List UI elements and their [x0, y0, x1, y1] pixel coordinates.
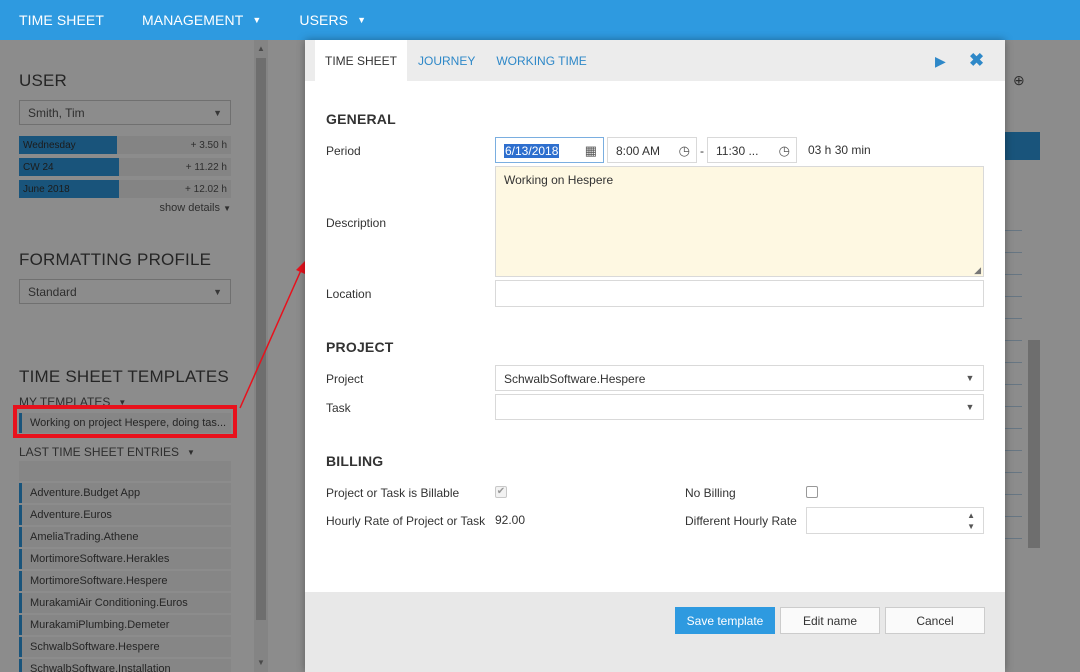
general-section-title: GENERAL [326, 111, 396, 127]
time-range-dash: - [700, 144, 704, 158]
description-textarea[interactable]: Working on Hespere ◢ [495, 166, 984, 277]
billable-label: Project or Task is Billable [326, 486, 460, 500]
nav-management[interactable]: MANAGEMENT ▼ [123, 0, 280, 40]
location-input[interactable] [495, 280, 984, 307]
time-sheet-dialog: TIME SHEET JOURNEY WORKING TIME ▶ ✖ GENE… [305, 40, 1005, 672]
dialog-footer: Save template Edit name Cancel [305, 592, 1005, 672]
task-label: Task [326, 401, 351, 415]
task-select[interactable]: ▼ [495, 394, 984, 420]
date-value: 6/13/2018 [504, 144, 560, 158]
billing-section-title: BILLING [326, 453, 384, 469]
save-template-button[interactable]: Save template [675, 607, 775, 634]
project-section-title: PROJECT [326, 339, 394, 355]
description-label: Description [326, 216, 387, 230]
tab-time-sheet[interactable]: TIME SHEET [315, 40, 408, 81]
clock-icon[interactable]: ◷ [679, 143, 690, 159]
annotation-highlight-box [13, 405, 237, 438]
resize-handle-icon[interactable]: ◢ [974, 265, 981, 276]
date-field[interactable]: 6/13/2018 ▦ [495, 137, 604, 163]
period-label: Period [326, 144, 361, 158]
end-time-field[interactable]: 11:30 ... ◷ [707, 137, 797, 163]
no-billing-checkbox[interactable] [806, 486, 818, 498]
caret-down-icon: ▼ [357, 15, 367, 25]
nav-time-sheet-label: TIME SHEET [19, 12, 105, 28]
tab-working-time[interactable]: WORKING TIME [486, 40, 596, 81]
hourly-rate-value: 92.00 [495, 513, 526, 527]
nav-management-label: MANAGEMENT [142, 12, 244, 28]
nav-users-label: USERS [299, 12, 349, 28]
calendar-icon[interactable]: ▦ [585, 143, 597, 159]
dialog-header: TIME SHEET JOURNEY WORKING TIME ▶ ✖ [305, 40, 1005, 81]
spin-up-icon[interactable]: ▲ [967, 511, 975, 520]
nav-users[interactable]: USERS ▼ [280, 0, 385, 40]
top-navigation-bar: TIME SHEET MANAGEMENT ▼ USERS ▼ [0, 0, 1080, 40]
caret-down-icon: ▼ [252, 15, 262, 25]
description-value: Working on Hespere [504, 173, 614, 187]
start-time-field[interactable]: 8:00 AM ◷ [607, 137, 697, 163]
nav-time-sheet[interactable]: TIME SHEET [0, 0, 123, 40]
spin-down-icon[interactable]: ▼ [967, 522, 975, 531]
different-rate-spinner[interactable]: ▲ ▼ [806, 507, 984, 534]
tab-journey[interactable]: JOURNEY [408, 40, 485, 81]
dropdown-arrow-icon[interactable]: ▼ [957, 366, 983, 390]
project-value: SchwalbSoftware.Hespere [504, 372, 646, 386]
location-label: Location [326, 287, 372, 301]
dropdown-arrow-icon[interactable]: ▼ [957, 395, 983, 419]
duration-text: 03 h 30 min [808, 143, 871, 157]
edit-name-button[interactable]: Edit name [780, 607, 880, 634]
different-rate-label: Different Hourly Rate [685, 514, 797, 528]
cancel-button[interactable]: Cancel [885, 607, 985, 634]
clock-icon[interactable]: ◷ [779, 143, 790, 159]
project-select[interactable]: SchwalbSoftware.Hespere ▼ [495, 365, 984, 391]
end-time-value: 11:30 ... [716, 144, 759, 158]
billable-checkbox[interactable]: ✔ [495, 486, 507, 498]
start-time-value: 8:00 AM [616, 144, 661, 158]
hourly-rate-label: Hourly Rate of Project or Task [326, 514, 486, 528]
play-icon[interactable]: ▶ [935, 53, 946, 70]
project-label: Project [326, 372, 364, 386]
close-icon[interactable]: ✖ [969, 50, 984, 71]
no-billing-label: No Billing [685, 486, 736, 500]
